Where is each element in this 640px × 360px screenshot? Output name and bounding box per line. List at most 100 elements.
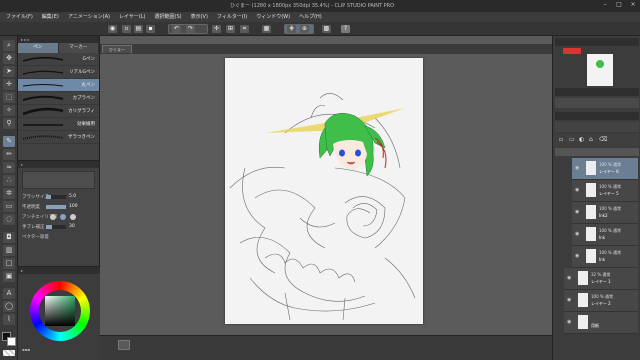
stabilization-slider[interactable] (46, 225, 66, 229)
line-correct-tool-icon[interactable]: ⌇ (3, 314, 15, 325)
eyedropper-tool-icon[interactable]: ⚲ (3, 118, 15, 129)
layer-row[interactable]: ◉ 32 % 通常 レイヤー 1 (564, 268, 638, 290)
open-file-icon[interactable]: ▤ (134, 25, 143, 33)
brush-item[interactable]: リアルGペン (18, 66, 99, 79)
menu-window[interactable]: ウィンドウ(W) (256, 12, 290, 22)
brush-item-selected[interactable]: 丸ペン (18, 79, 99, 92)
eye-icon[interactable]: ◉ (575, 231, 579, 237)
eye-icon[interactable]: ◉ (567, 319, 571, 325)
eye-icon[interactable]: ◉ (575, 165, 579, 171)
app-logo-icon[interactable]: ◉ (108, 25, 117, 33)
blend-mode-row[interactable] (555, 122, 639, 132)
antialias-option-icon[interactable] (70, 214, 76, 220)
brush-size-slider[interactable] (46, 195, 66, 199)
save-icon[interactable]: ▪ (146, 25, 155, 33)
maximize-icon[interactable]: □ (616, 2, 622, 8)
brush-item[interactable]: 効果線用 (18, 118, 99, 131)
layer-row[interactable]: ◉ 用紙 (564, 312, 638, 334)
menu-edit[interactable]: 編集(E) (42, 12, 59, 22)
brush-item[interactable]: Gペン (18, 53, 99, 66)
tab-pen[interactable]: ペン (18, 43, 59, 53)
selection-tool-icon[interactable]: ⬚ (3, 92, 15, 103)
gradient-tool-icon[interactable]: ▥ (3, 245, 15, 256)
folder-row[interactable] (555, 148, 639, 156)
brush-item[interactable]: ザラつきペン (18, 131, 99, 144)
opacity-slider[interactable] (46, 205, 66, 209)
antialias-row[interactable]: アンチエイリアス (18, 212, 99, 222)
navigator-tab[interactable] (563, 48, 581, 54)
eye-icon[interactable]: ◉ (575, 187, 579, 193)
eye-icon[interactable]: ◉ (567, 275, 571, 281)
menu-file[interactable]: ファイル(F) (6, 12, 33, 22)
operation-tool-icon[interactable]: ➤ (3, 66, 15, 77)
balloon-tool-icon[interactable]: ◯ (3, 301, 15, 312)
transparent-color-swatch[interactable] (3, 350, 15, 356)
close-icon[interactable]: × (630, 2, 636, 8)
eye-icon[interactable]: ◉ (575, 209, 579, 215)
tab-marker[interactable]: マーカー (58, 43, 99, 53)
vector-snap-row[interactable]: ベクター吸着 (18, 232, 99, 242)
menu-selection[interactable]: 選択範囲(S) (155, 12, 182, 22)
eye-icon[interactable]: ◉ (575, 253, 579, 259)
layer-row[interactable]: ◉ 100 % 通常 レイヤー 5 (572, 180, 638, 202)
layer-blend-label: 100 % 通常 (599, 206, 621, 211)
brush-size-row[interactable]: ブラシサイズ 5.0 (18, 192, 99, 202)
menu-animation[interactable]: アニメーション(A) (68, 12, 110, 22)
blend-tool-icon[interactable]: ◌ (3, 214, 15, 225)
new-layer-icon[interactable]: ▫ (559, 136, 563, 143)
move-tool-icon[interactable]: ✥ (3, 53, 15, 64)
pencil-tool-icon[interactable]: ✏ (3, 149, 15, 160)
opacity-row[interactable]: 不透明度 100 (18, 202, 99, 212)
layer-row[interactable]: ◉ 100 % 通常 レイヤー 6 (572, 158, 638, 180)
undo-icon[interactable]: ↶ (172, 25, 181, 33)
crop-icon[interactable]: ⌗ (240, 25, 249, 33)
layer-row[interactable]: ◉ 100 % 通常 Ink (572, 246, 638, 268)
antialias-option-icon[interactable] (50, 214, 56, 220)
navigator-toggle-icon[interactable] (118, 340, 130, 350)
eye-icon[interactable]: ◉ (567, 297, 571, 303)
navigator-thumbnail[interactable] (587, 54, 613, 86)
mask-icon[interactable]: ◐ (579, 136, 584, 143)
fill-icon[interactable]: ▦ (262, 25, 271, 33)
grid-icon[interactable]: ▩ (322, 25, 331, 33)
new-file-icon[interactable]: ▫ (122, 25, 131, 33)
menu-help[interactable]: ヘルプ(H) (299, 12, 322, 22)
menu-layer[interactable]: レイヤー(L) (119, 12, 146, 22)
deselect-icon[interactable]: ⊞ (226, 25, 235, 33)
trash-icon[interactable]: ⌫ (599, 136, 607, 143)
text-tool-icon[interactable]: A (3, 288, 15, 299)
airbrush-tool-icon[interactable]: ∴ (3, 175, 15, 186)
color-saturation-square[interactable] (45, 296, 75, 326)
brush-item[interactable]: カリグラフィ (18, 105, 99, 118)
sub-color-swatch[interactable] (7, 337, 16, 346)
layer-row[interactable]: ◉ 100 % 通常 Ink (572, 224, 638, 246)
menu-filter[interactable]: フィルター(I) (217, 12, 247, 22)
auto-select-tool-icon[interactable]: ✧ (3, 105, 15, 116)
layer-row[interactable]: ◉ 100 % 通常 Ink2 (572, 202, 638, 224)
layer-row[interactable]: ◉ 100 % 通常 レイヤー 2 (564, 290, 638, 312)
frame-tool-icon[interactable]: ▣ (3, 271, 15, 282)
redo-icon[interactable]: ↷ (186, 25, 195, 33)
minimize-icon[interactable]: – (602, 2, 608, 8)
brush-tool-icon[interactable]: ≈ (3, 162, 15, 173)
canvas-tab[interactable]: ひぐまー (102, 45, 132, 53)
stabilization-row[interactable]: 手ブレ補正 30 (18, 222, 99, 232)
decoration-tool-icon[interactable]: ✲ (3, 188, 15, 199)
layer-property-row[interactable] (555, 98, 639, 108)
brush-item[interactable]: カブラペン (18, 92, 99, 105)
snap-grid-icon[interactable]: ⊕ (300, 25, 309, 33)
pen-tool-icon[interactable]: ✎ (3, 136, 15, 147)
menu-view[interactable]: 表示(V) (191, 12, 208, 22)
transform-icon[interactable]: ✢ (212, 25, 221, 33)
lock-icon[interactable]: ⌂ (589, 136, 593, 143)
new-folder-icon[interactable]: ▭ (569, 136, 575, 143)
help-icon[interactable]: ? (341, 25, 350, 33)
snap-ruler-icon[interactable]: ⋕ (287, 25, 296, 33)
drawing-canvas[interactable] (225, 58, 423, 324)
figure-tool-icon[interactable]: □ (3, 258, 15, 269)
eraser-tool-icon[interactable]: ▭ (3, 201, 15, 212)
move-layer-tool-icon[interactable]: ✛ (3, 79, 15, 90)
fill-tool-icon[interactable]: ◘ (3, 232, 15, 243)
zoom-tool-icon[interactable]: ⌕ (3, 40, 15, 51)
antialias-option-icon[interactable] (60, 214, 66, 220)
